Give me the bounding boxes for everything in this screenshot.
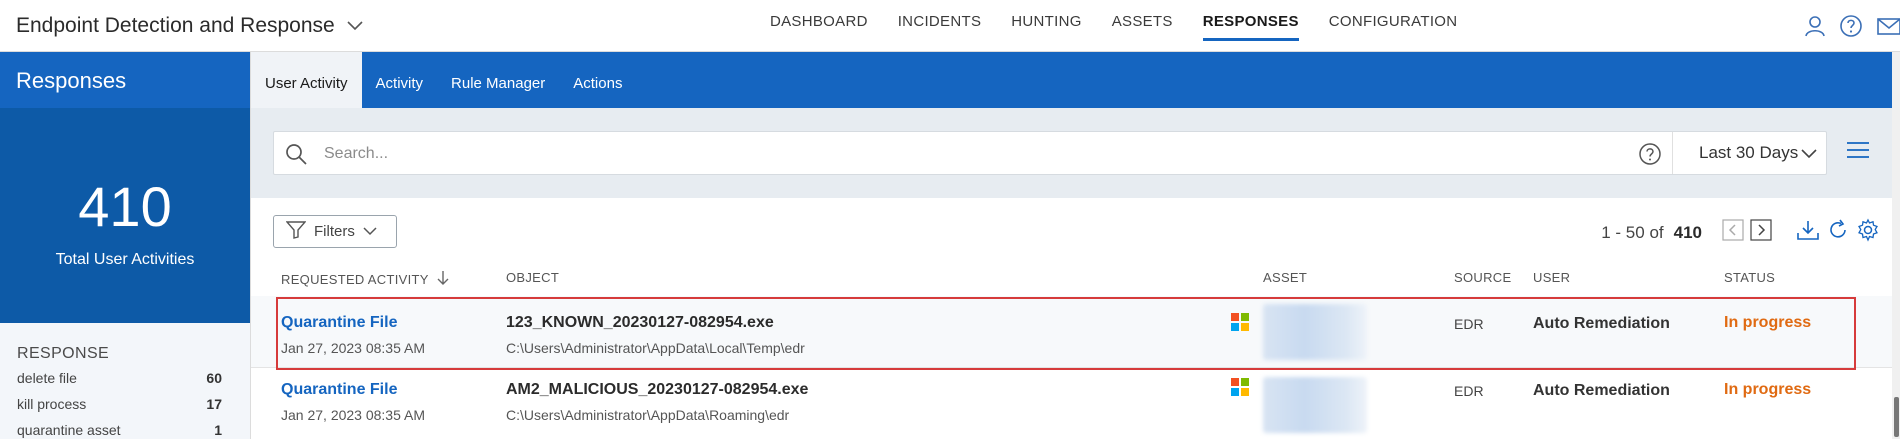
column-header-status[interactable]: STATUS [1724,270,1775,285]
top-icons [1802,13,1900,39]
activity-link[interactable]: Quarantine File [281,314,425,332]
scrollbar[interactable] [1892,52,1900,439]
filter-icon [285,220,307,243]
pager: 1 - 50 of 410 [1601,218,1880,247]
asset-name-redacted[interactable] [1263,377,1367,433]
column-header-user[interactable]: USER [1533,270,1570,285]
status-badge: In progress [1724,381,1812,398]
user-icon[interactable] [1802,13,1828,39]
next-page-icon[interactable] [1750,219,1772,246]
table-row[interactable]: Quarantine File Jan 27, 2023 08:35 AM AM… [251,368,1900,439]
activity-date: Jan 27, 2023 08:35 AM [281,407,425,423]
refresh-icon[interactable] [1826,218,1850,247]
chevron-down-icon [347,21,363,31]
activity-link[interactable]: Quarantine File [281,381,425,399]
panel-title: Responses [0,52,250,108]
sort-down-icon [437,270,449,289]
table-toolbar: Filters 1 - 50 of 410 [251,198,1900,260]
activity-date: Jan 27, 2023 08:35 AM [281,340,425,356]
nav-hunting[interactable]: HUNTING [996,0,1096,52]
help-icon[interactable] [1838,13,1864,39]
divider [1672,132,1673,174]
app-switcher[interactable]: Endpoint Detection and Response [16,14,363,38]
response-item[interactable]: quarantine asset 1 [0,417,250,439]
windows-icon [1231,378,1249,396]
windows-icon [1231,313,1249,331]
prev-page-icon[interactable] [1722,219,1744,246]
object-path: C:\Users\Administrator\AppData\Local\Tem… [506,340,805,356]
search-icon [284,142,308,171]
object-name: 123_KNOWN_20230127-082954.exe [506,314,774,331]
tab-user-activity[interactable]: User Activity [251,52,362,108]
source-value: EDR [1454,316,1484,332]
filters-button[interactable]: Filters [273,215,397,248]
source-value: EDR [1454,383,1484,399]
chevron-down-icon [363,223,377,240]
stat-label: Total User Activities [55,251,195,268]
stat-value: 410 [78,175,172,238]
response-item-label: kill process [17,396,87,412]
column-header-source[interactable]: SOURCE [1454,270,1511,285]
top-bar: Endpoint Detection and Response DASHBOAR… [0,0,1900,52]
user-value: Auto Remediation [1533,382,1670,399]
app-title: Endpoint Detection and Response [16,14,335,37]
main-nav: DASHBOARD INCIDENTS HUNTING ASSETS RESPO… [755,0,1472,52]
asset-name-redacted[interactable] [1263,304,1367,360]
gear-icon[interactable] [1856,218,1880,247]
response-item-label: quarantine asset [17,422,121,438]
response-item-count: 60 [206,370,222,386]
object-name: AM2_MALICIOUS_20230127-082954.exe [506,381,809,398]
nav-configuration[interactable]: CONFIGURATION [1314,0,1473,52]
chevron-down-icon[interactable] [1801,146,1817,164]
tab-bar: User Activity Activity Rule Manager Acti… [251,52,1900,108]
nav-responses[interactable]: RESPONSES [1188,0,1314,52]
time-range-select[interactable]: Last 30 Days [1699,143,1798,163]
nav-dashboard[interactable]: DASHBOARD [755,0,883,52]
response-item[interactable]: delete file 60 [0,365,250,391]
search-input[interactable] [324,142,1624,166]
download-icon[interactable] [1796,219,1820,246]
object-path: C:\Users\Administrator\AppData\Roaming\e… [506,407,790,423]
pager-range: 1 - 50 of [1601,222,1664,242]
hamburger-menu-icon[interactable] [1846,141,1870,164]
column-label: REQUESTED ACTIVITY [281,272,429,287]
search-box: Last 30 Days [273,131,1827,175]
tab-activity[interactable]: Activity [362,52,438,108]
nav-assets[interactable]: ASSETS [1097,0,1188,52]
search-band: Last 30 Days [251,108,1900,198]
filters-label: Filters [314,223,355,240]
scrollbar-thumb[interactable] [1894,397,1899,437]
response-item-label: delete file [17,370,77,386]
table-header: REQUESTED ACTIVITY OBJECT ASSET SOURCE U… [251,260,1900,296]
column-header-asset[interactable]: ASSET [1263,270,1307,285]
search-help-icon[interactable] [1638,142,1662,171]
status-badge: In progress [1724,314,1812,331]
left-panel: Responses 410 Total User Activities RESP… [0,52,251,439]
user-value: Auto Remediation [1533,315,1670,332]
nav-incidents[interactable]: INCIDENTS [883,0,997,52]
mail-icon[interactable] [1874,13,1900,39]
response-item-count: 17 [206,396,222,412]
column-header-requested-activity[interactable]: REQUESTED ACTIVITY [281,270,449,289]
tab-rule-manager[interactable]: Rule Manager [437,52,559,108]
pager-total: 410 [1673,222,1702,242]
tab-actions[interactable]: Actions [559,52,636,108]
response-item[interactable]: kill process 17 [0,391,250,417]
response-item-count: 1 [214,422,222,438]
stat-card: 410 Total User Activities [0,108,250,323]
column-header-object[interactable]: OBJECT [506,270,559,285]
table-row[interactable]: Quarantine File Jan 27, 2023 08:35 AM 12… [251,296,1900,368]
